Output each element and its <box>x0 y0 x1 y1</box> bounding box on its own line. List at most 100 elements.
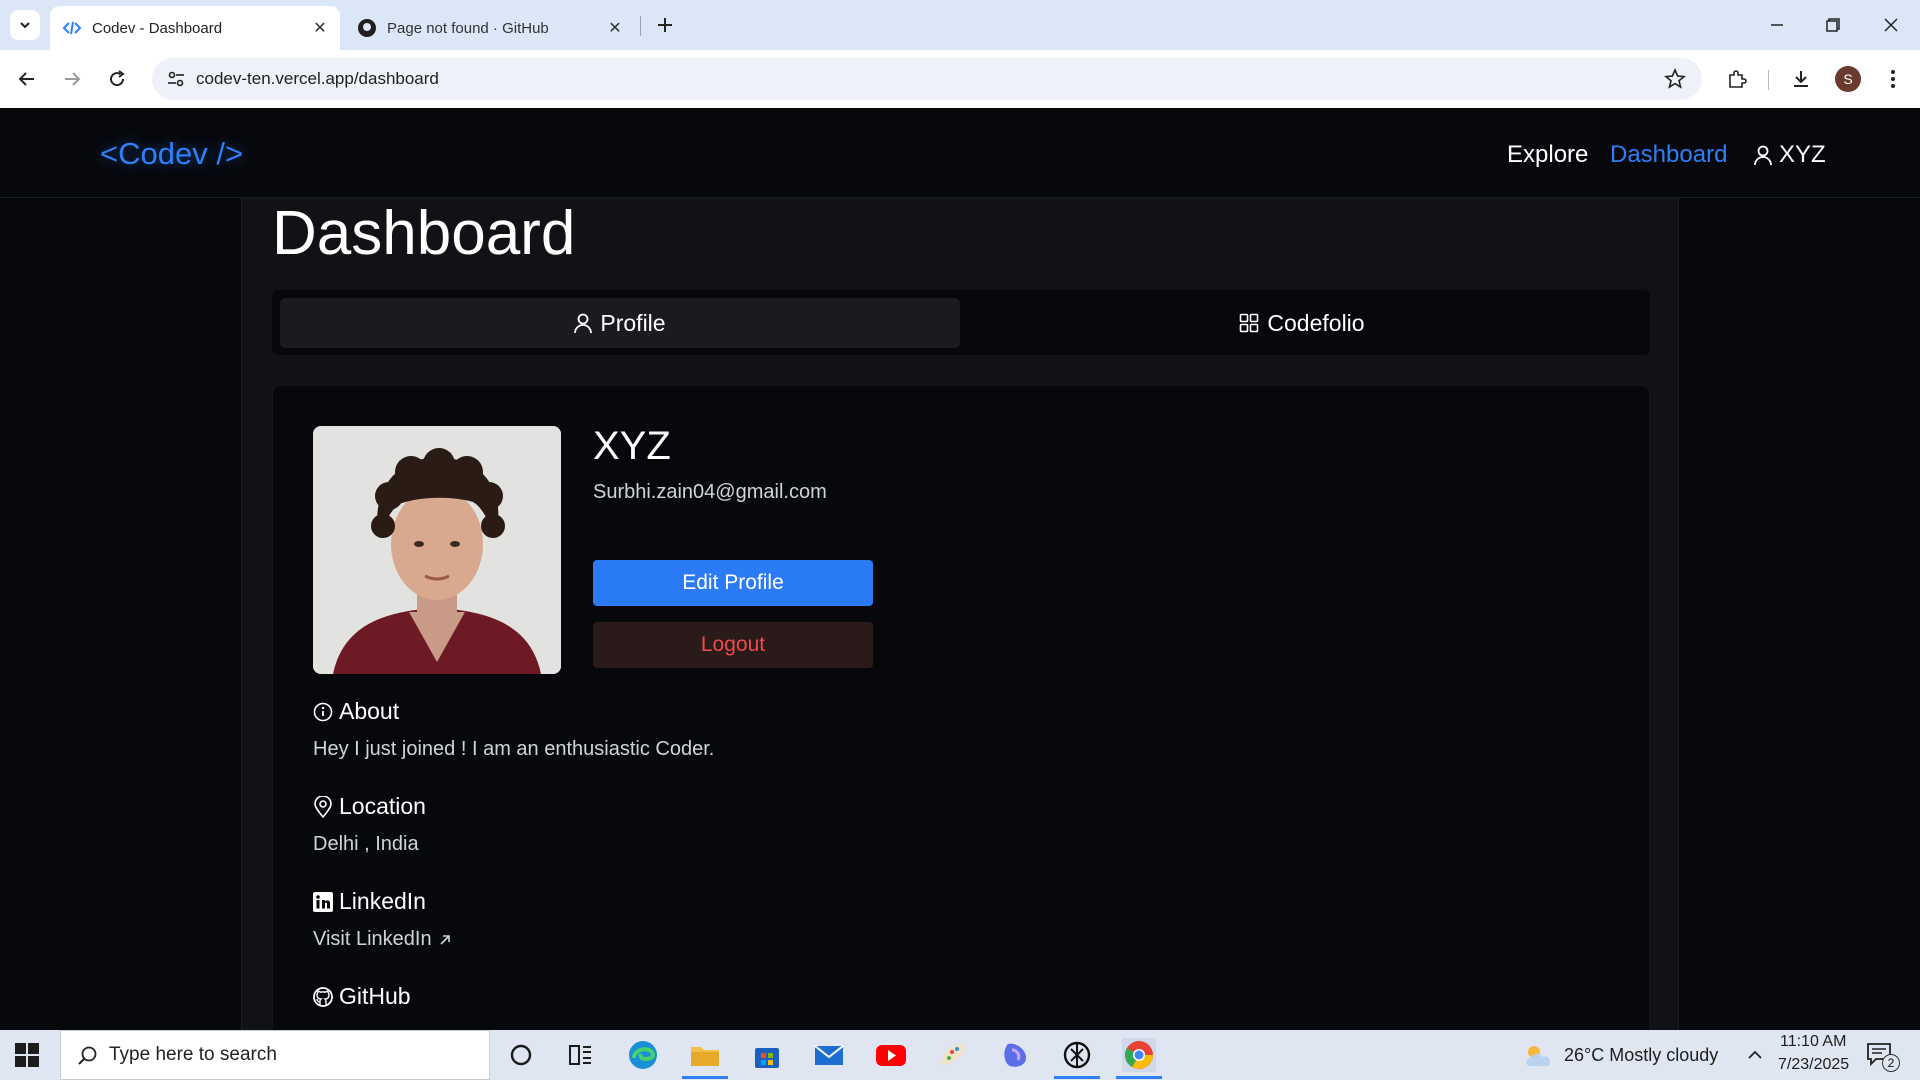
linkedin-heading: LinkedIn <box>313 888 426 915</box>
chevron-down-icon <box>20 22 30 29</box>
github-heading: GitHub <box>313 983 411 1010</box>
minimize-icon <box>1771 24 1783 26</box>
new-tab-button[interactable] <box>650 10 680 40</box>
tab-title: Codev - Dashboard <box>92 19 223 37</box>
profile-name: XYZ <box>593 424 671 468</box>
clock-date[interactable]: 7/23/2025 <box>1778 1056 1849 1074</box>
restore-icon <box>1826 18 1840 32</box>
edit-profile-button[interactable]: Edit Profile <box>593 560 873 606</box>
copilot-icon <box>1004 1043 1026 1067</box>
youtube-app[interactable] <box>874 1038 908 1072</box>
chevron-up-icon <box>1748 1050 1762 1059</box>
github-title: GitHub <box>339 983 411 1009</box>
tab-divider <box>640 16 641 36</box>
restore-button[interactable] <box>1818 12 1848 38</box>
linkedin-title: LinkedIn <box>339 888 426 914</box>
tab-github[interactable]: Page not found · GitHub ✕ <box>345 6 635 50</box>
tab-search-button[interactable] <box>10 10 40 40</box>
chrome-app[interactable] <box>1116 1038 1162 1079</box>
plus-icon <box>658 18 672 32</box>
profile-initial: S <box>1843 71 1853 87</box>
close-tab-icon[interactable]: ✕ <box>310 18 330 38</box>
back-button[interactable] <box>10 62 44 96</box>
forward-button[interactable] <box>55 62 89 96</box>
cortana-button[interactable] <box>504 1038 538 1072</box>
edge-icon <box>629 1041 657 1069</box>
youtube-icon <box>876 1045 906 1066</box>
map-pin-icon <box>314 795 332 818</box>
grid-icon <box>1240 313 1259 333</box>
chrome-icon <box>1125 1041 1153 1069</box>
chatgpt-app[interactable] <box>1054 1038 1100 1079</box>
edge-app[interactable] <box>626 1038 660 1072</box>
close-tab-icon[interactable]: ✕ <box>605 18 625 38</box>
tab-profile-label: Profile <box>600 309 666 336</box>
tab-codefolio-label: Codefolio <box>1267 309 1365 336</box>
code-icon <box>62 21 82 35</box>
tab-title: Page not found · GitHub <box>387 19 549 37</box>
folder-icon <box>691 1047 719 1066</box>
task-view-icon <box>569 1045 591 1065</box>
linkedin-link-text: Visit LinkedIn <box>313 928 432 950</box>
task-view-button[interactable] <box>563 1038 597 1072</box>
info-icon <box>313 702 333 721</box>
extensions-button[interactable] <box>1720 62 1754 96</box>
tab-codefolio[interactable]: Codefolio <box>962 298 1642 348</box>
paint-icon <box>941 1043 965 1066</box>
profile-photo <box>313 426 561 674</box>
linkedin-icon <box>313 891 333 912</box>
toolbar-divider <box>1768 70 1769 90</box>
person-portrait-icon <box>313 426 561 674</box>
minimize-button[interactable] <box>1762 12 1792 38</box>
about-title: About <box>339 698 400 724</box>
mail-icon <box>814 1045 844 1065</box>
address-bar[interactable]: codev-ten.vercel.app/dashboard <box>152 58 1702 100</box>
profile-avatar[interactable]: S <box>1835 66 1861 92</box>
weather-widget[interactable]: 26°C Mostly cloudy <box>1522 1042 1718 1068</box>
reload-button[interactable] <box>100 62 134 96</box>
browser-tab-bar: Codev - Dashboard ✕ Page not found · Git… <box>0 0 1920 50</box>
cloud-sun-icon <box>1526 1046 1551 1066</box>
site-info-icon[interactable] <box>166 69 186 89</box>
store-app[interactable] <box>750 1038 784 1072</box>
file-explorer-app[interactable] <box>682 1038 728 1079</box>
clock-time[interactable]: 11:10 AM <box>1780 1033 1846 1051</box>
logout-button[interactable]: Logout <box>593 622 873 668</box>
close-window-button[interactable] <box>1876 12 1906 38</box>
start-button[interactable] <box>14 1042 40 1068</box>
github-icon <box>313 986 333 1007</box>
search-placeholder: Type here to search <box>109 1044 277 1065</box>
site-navbar: <Codev /> Explore Dashboard XYZ <box>0 108 1920 198</box>
location-heading: Location <box>313 793 426 820</box>
tab-profile[interactable]: Profile <box>280 298 960 348</box>
mail-app[interactable] <box>812 1038 846 1072</box>
notifications-button[interactable]: 2 <box>1866 1042 1900 1072</box>
taskbar-search[interactable]: Type here to search <box>60 1030 490 1080</box>
arrow-left-icon <box>18 72 34 86</box>
arrow-right-icon <box>65 72 81 86</box>
windows-taskbar: Type here to search 26°C Mostly cloudy 1… <box>0 1030 1920 1080</box>
page-title: Dashboard <box>272 199 576 268</box>
tab-codev-dashboard[interactable]: Codev - Dashboard ✕ <box>50 6 340 50</box>
nav-user[interactable]: XYZ <box>1753 141 1826 169</box>
star-icon[interactable] <box>1664 68 1686 90</box>
tray-overflow-button[interactable] <box>1744 1044 1766 1066</box>
nav-dashboard[interactable]: Dashboard <box>1610 141 1727 169</box>
paint-app[interactable] <box>936 1038 970 1072</box>
site-logo[interactable]: <Codev /> <box>100 136 243 172</box>
copilot-app[interactable] <box>998 1038 1032 1072</box>
weather-text: 26°C Mostly cloudy <box>1564 1044 1719 1065</box>
nav-explore[interactable]: Explore <box>1507 141 1588 169</box>
about-text: Hey I just joined ! I am an enthusiastic… <box>313 738 715 760</box>
dashboard-container: Dashboard Profile Codefolio XYZ Surbhi.z… <box>241 198 1679 1030</box>
linkedin-link[interactable]: Visit LinkedIn <box>313 928 452 951</box>
menu-button[interactable] <box>1876 62 1910 96</box>
url-text: codev-ten.vercel.app/dashboard <box>196 69 439 88</box>
profile-card: XYZ Surbhi.zain04@gmail.com Edit Profile… <box>272 385 1650 1030</box>
puzzle-icon <box>1729 70 1747 88</box>
profile-email: Surbhi.zain04@gmail.com <box>593 481 827 503</box>
browser-toolbar: codev-ten.vercel.app/dashboard S <box>0 50 1920 108</box>
downloads-button[interactable] <box>1784 62 1818 96</box>
dashboard-tabs: Profile Codefolio <box>272 290 1650 355</box>
about-heading: About <box>313 698 399 725</box>
